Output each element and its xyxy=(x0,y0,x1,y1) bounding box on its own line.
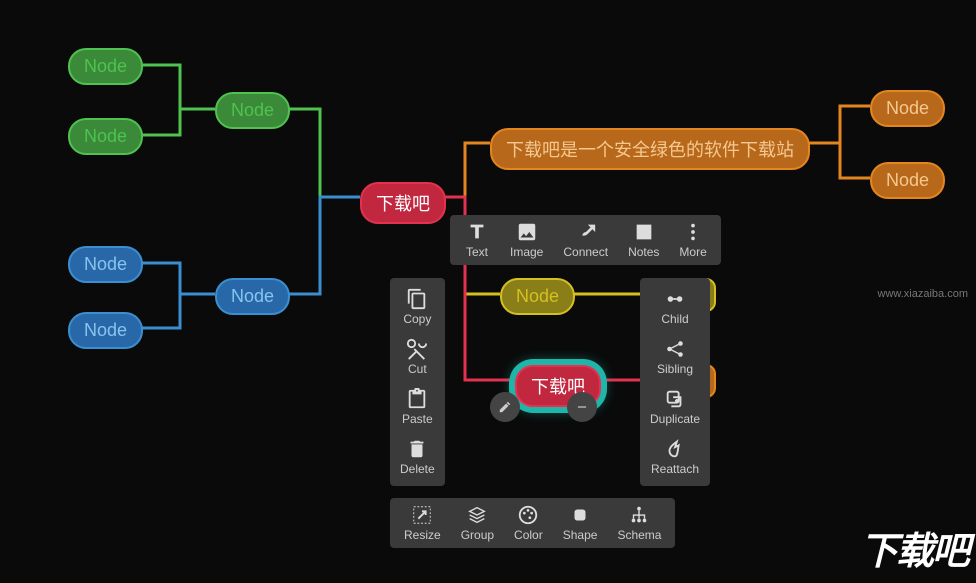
connect-button[interactable]: Connect xyxy=(553,215,618,265)
copy-button[interactable]: Copy xyxy=(393,282,441,332)
resize-button[interactable]: Resize xyxy=(394,498,451,548)
toolbar-left: Copy Cut Paste Delete xyxy=(390,278,445,486)
duplicate-button[interactable]: Duplicate xyxy=(640,382,710,432)
notes-button[interactable]: Notes xyxy=(618,215,669,265)
image-button[interactable]: Image xyxy=(500,215,553,265)
watermark: www.xiazaiba.com xyxy=(878,288,968,300)
delete-button[interactable]: Delete xyxy=(390,432,445,482)
edit-button[interactable] xyxy=(490,392,520,422)
toolbar-right: Child Sibling Duplicate Reattach xyxy=(640,278,710,486)
node-yellow-1[interactable]: Node xyxy=(500,278,575,315)
sibling-button[interactable]: Sibling xyxy=(647,332,703,382)
group-button[interactable]: Group xyxy=(451,498,504,548)
reattach-button[interactable]: Reattach xyxy=(641,432,709,482)
node-orange-long[interactable]: 下载吧是一个安全绿色的软件下载站 xyxy=(490,128,810,170)
connector-lines xyxy=(0,0,976,583)
node-blue-2[interactable]: Node xyxy=(68,312,143,349)
text-button[interactable]: Text xyxy=(454,215,500,265)
minus-button[interactable] xyxy=(567,392,597,422)
node-green-1[interactable]: Node xyxy=(68,48,143,85)
more-button[interactable]: More xyxy=(669,215,716,265)
cut-button[interactable]: Cut xyxy=(394,332,440,382)
node-orange-2[interactable]: Node xyxy=(870,162,945,199)
toolbar-bottom: Resize Group Color Shape Schema xyxy=(390,498,675,548)
node-green-2[interactable]: Node xyxy=(68,118,143,155)
node-orange-1[interactable]: Node xyxy=(870,90,945,127)
node-blue-1[interactable]: Node xyxy=(68,246,143,283)
toolbar-top: Text Image Connect Notes More xyxy=(450,215,721,265)
node-blue-3[interactable]: Node xyxy=(215,278,290,315)
schema-button[interactable]: Schema xyxy=(607,498,671,548)
logo: 下载吧 xyxy=(860,520,968,575)
node-green-3[interactable]: Node xyxy=(215,92,290,129)
color-button[interactable]: Color xyxy=(504,498,553,548)
shape-button[interactable]: Shape xyxy=(553,498,608,548)
child-button[interactable]: Child xyxy=(651,282,698,332)
node-root[interactable]: 下载吧 xyxy=(360,182,446,224)
paste-button[interactable]: Paste xyxy=(392,382,443,432)
